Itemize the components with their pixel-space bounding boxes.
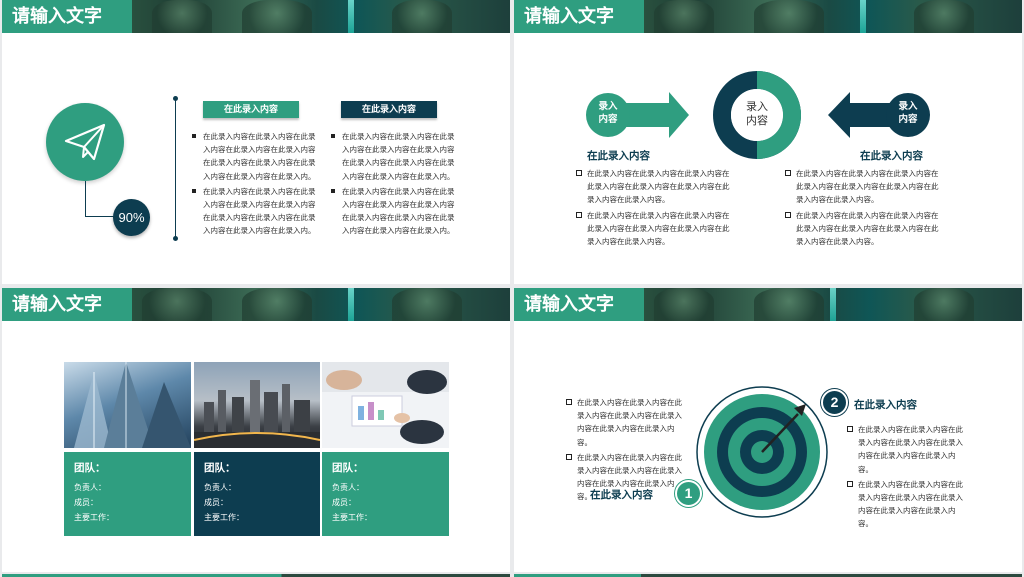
- team-card: 团队： 负责人： 成员： 主要工作：: [64, 452, 191, 536]
- list-item: 在此录入内容在此录入内容在此录入内容在此录入内容在此录入内容在此录入内容在此录入…: [785, 209, 945, 249]
- text-column-left: 在此录入内容在此录入内容在此录入内容在此录入内容在此录入内容在此录入内容在此录入…: [576, 167, 736, 248]
- list-item: 在此录入内容在此录入内容在此录入内容在此录入内容在此录入内容在此录入内容在此录入…: [192, 130, 320, 183]
- title-banner: 请输入文字: [514, 0, 1022, 33]
- slide-title: 请输入文字: [514, 0, 644, 33]
- team-card: 团队： 负责人： 成员： 主要工作：: [322, 452, 449, 536]
- list-item: 在此录入内容在此录入内容在此录入内容在此录入内容在此录入内容在此录入内容在此录入…: [576, 167, 736, 207]
- slide-title: 请输入文字: [2, 0, 132, 33]
- slide-1[interactable]: 请输入文字 90% 在此录入内容 在此录入内容 在此录入内容在此录入内容在此录入…: [2, 0, 510, 284]
- label-2: 在此录入内容: [854, 399, 917, 411]
- team-card: 团队： 负责人： 成员： 主要工作：: [194, 452, 320, 536]
- donut-label: 录入内容: [746, 101, 768, 127]
- divider-dot: [173, 96, 178, 101]
- percent-value: 90%: [118, 210, 145, 225]
- list-item: 在此录入内容在此录入内容在此录入内容在此录入内容在此录入内容在此录入内容在此录入…: [785, 167, 945, 207]
- slide-4[interactable]: 请输入文字 在此录入内容在此录入内容在此录入内容在此录入内容在此录入内容在此录入…: [514, 288, 1022, 572]
- team-label: 团队：: [204, 462, 236, 474]
- work-label: 主要工作：: [332, 513, 372, 522]
- lead-label: 负责人：: [332, 483, 364, 492]
- list-item: 在此录入内容在此录入内容在此录入内容在此录入内容在此录入内容在此录入内容在此录入…: [576, 209, 736, 249]
- lead-label: 负责人：: [204, 483, 236, 492]
- lead-label: 负责人：: [74, 483, 106, 492]
- vertical-divider: [175, 99, 176, 239]
- list-item: 在此录入内容在此录入内容在此录入内容在此录入内容在此录入内容在此录入内容在此录入…: [331, 185, 459, 238]
- number-2: 2: [830, 394, 839, 410]
- slide-title: 请输入文字: [2, 288, 132, 321]
- text-column-left: 在此录入内容在此录入内容在此录入内容在此录入内容在此录入内容在此录入内容在此录入…: [192, 130, 320, 238]
- heading-right: 在此录入内容: [860, 150, 923, 162]
- list-item: 在此录入内容在此录入内容在此录入内容在此录入内容在此录入内容在此录入内容在此录入…: [847, 423, 967, 476]
- work-label: 主要工作：: [204, 513, 244, 522]
- slide-3[interactable]: 请输入文字 团队： 负责人： 成员： 主要工作： 团队： 负责人： 成员： 主要…: [2, 288, 510, 572]
- team-label: 团队：: [74, 462, 106, 474]
- business-meeting-photo: [322, 362, 449, 448]
- text-column-right: 在此录入内容在此录入内容在此录入内容在此录入内容在此录入内容在此录入内容在此录入…: [331, 130, 459, 238]
- slide-title: 请输入文字: [514, 288, 644, 321]
- arrow-left-label: 录入内容: [598, 101, 618, 125]
- city-skyline-photo: [194, 362, 320, 448]
- heading-left: 在此录入内容: [587, 150, 650, 162]
- skyscrapers-photo: [64, 362, 191, 448]
- slide-2[interactable]: 请输入文字 录入内容 录入内容 录入内容 在此录入内容 在此录入内容 在此录入内…: [514, 0, 1022, 284]
- text-column-right: 在此录入内容在此录入内容在此录入内容在此录入内容在此录入内容在此录入内容在此录入…: [785, 167, 945, 248]
- divider-dot: [173, 236, 178, 241]
- target-icon: [696, 386, 828, 518]
- members-label: 成员：: [74, 498, 98, 507]
- percent-badge: 90%: [113, 199, 150, 236]
- tag-right: 在此录入内容: [341, 101, 437, 118]
- tag-left-label: 在此录入内容: [223, 104, 278, 114]
- number-badge-1: 1: [675, 480, 702, 507]
- connector-line: [85, 216, 115, 217]
- work-label: 主要工作：: [74, 513, 114, 522]
- plane-circle: [46, 103, 124, 181]
- list-item: 在此录入内容在此录入内容在此录入内容在此录入内容在此录入内容在此录入内容在此录入…: [192, 185, 320, 238]
- tag-right-label: 在此录入内容: [361, 104, 416, 114]
- paper-plane-icon: [64, 123, 106, 161]
- tag-left: 在此录入内容: [203, 101, 299, 118]
- title-banner: 请输入文字: [2, 288, 510, 321]
- connector-line: [85, 181, 86, 216]
- number-badge-2: 2: [821, 389, 848, 416]
- list-item: 在此录入内容在此录入内容在此录入内容在此录入内容在此录入内容在此录入内容在此录入…: [847, 478, 967, 531]
- members-label: 成员：: [204, 498, 228, 507]
- title-banner: 请输入文字: [2, 0, 510, 33]
- number-1: 1: [684, 485, 693, 501]
- label-1: 在此录入内容: [590, 489, 653, 501]
- team-label: 团队：: [332, 462, 364, 474]
- text-column-right: 在此录入内容在此录入内容在此录入内容在此录入内容在此录入内容在此录入内容在此录入…: [847, 423, 967, 531]
- arrow-right-label: 录入内容: [898, 101, 918, 125]
- list-item: 在此录入内容在此录入内容在此录入内容在此录入内容在此录入内容在此录入内容在此录入…: [331, 130, 459, 183]
- title-banner: 请输入文字: [514, 288, 1022, 321]
- members-label: 成员：: [332, 498, 356, 507]
- list-item: 在此录入内容在此录入内容在此录入内容在此录入内容在此录入内容在此录入内容在此录入…: [566, 396, 686, 449]
